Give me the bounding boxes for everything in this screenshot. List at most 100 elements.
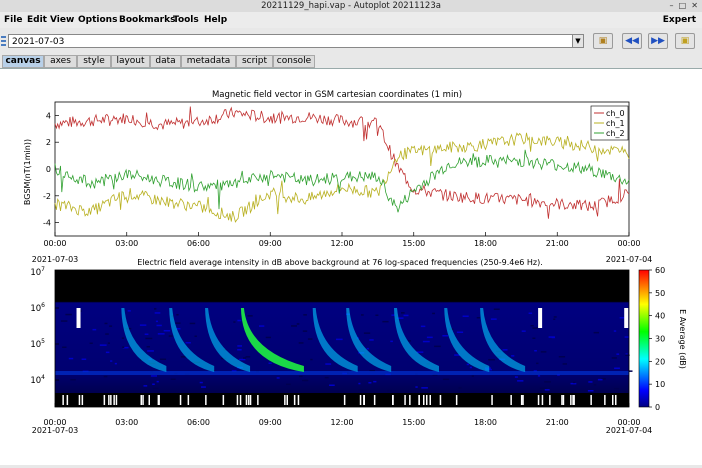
forward-button[interactable]: ▶▶ — [648, 33, 668, 49]
menu-view[interactable]: View — [50, 14, 74, 26]
window-controls[interactable]: – □ ✕ — [670, 1, 698, 11]
bookmark-icon: ▣ — [598, 36, 608, 46]
spectrogram-gap — [491, 395, 493, 405]
spectrogram-pixel — [530, 325, 534, 327]
minimize-icon[interactable]: – — [670, 1, 674, 10]
plot-canvas[interactable]: Magnetic field vector in GSM cartesian c… — [0, 68, 702, 465]
spectrogram-pixel — [154, 308, 157, 310]
spectrogram-pixel — [363, 332, 371, 334]
line-ytick-label: -2 — [43, 192, 51, 201]
spectrogram-pixel — [490, 318, 497, 320]
spectrogram-pixel — [156, 324, 162, 327]
spectrogram-pixel — [156, 380, 159, 383]
spectrogram-pixel — [361, 314, 364, 316]
spectrogram-gap — [510, 395, 512, 405]
spectrogram-pixel — [458, 387, 462, 389]
spectrogram-pixel — [139, 324, 147, 326]
spectrogram-band — [55, 371, 629, 375]
spectrogram-gap — [520, 395, 523, 405]
spectrogram-gap — [257, 395, 259, 405]
colorbar-tick-label: 10 — [655, 380, 665, 389]
spec-xtick-label: 03:00 — [115, 418, 138, 427]
tab-metadata[interactable]: metadata — [181, 55, 236, 68]
spectrogram-pixel — [157, 333, 165, 335]
url-input[interactable]: 2021-07-03 — [8, 34, 582, 48]
spec-ytick-label: 107 — [30, 266, 45, 278]
spectrogram-pixel — [245, 356, 251, 358]
spectrogram-pixel — [89, 342, 93, 344]
spectrogram-gap — [142, 395, 144, 405]
spectrogram-pixel — [373, 380, 377, 383]
line-chart-title: Magnetic field vector in GSM cartesian c… — [212, 90, 462, 100]
spectrogram-pixel — [375, 314, 379, 316]
tab-axes[interactable]: axes — [44, 55, 77, 68]
spectrogram-pixel — [434, 345, 441, 348]
spectrogram-gap — [604, 395, 606, 405]
tab-script[interactable]: script — [236, 55, 273, 68]
spec-date-end: 2021-07-04 — [606, 426, 653, 435]
spectrogram-gap — [113, 395, 115, 405]
spectrogram-pixel — [432, 312, 435, 315]
line-ytick-label: 2 — [46, 138, 51, 147]
menu-options[interactable]: Options — [78, 14, 117, 26]
colorbar-tick-label: 30 — [655, 335, 665, 344]
spectrogram-gap — [148, 395, 150, 405]
colorbar-tick-label: 0 — [655, 403, 660, 412]
menu-edit[interactable]: Edit — [27, 14, 47, 26]
spectrogram-pixel — [154, 312, 161, 314]
maximize-icon[interactable]: □ — [679, 1, 687, 10]
spectrogram-pixel — [558, 356, 566, 358]
line-xtick-label: 06:00 — [187, 239, 210, 248]
spectrogram-pixel — [366, 347, 369, 350]
legend-ch0: ch_0 — [606, 109, 625, 118]
dropdown-arrow-icon[interactable]: ▼ — [572, 34, 584, 48]
spectrogram-gap — [359, 395, 362, 405]
spectrogram-pixel — [159, 358, 167, 360]
tab-console[interactable]: console — [273, 55, 315, 68]
spectrogram-pixel — [562, 363, 567, 365]
back-button[interactable]: ◀◀ — [622, 33, 642, 49]
spec-date-start: 2021-07-03 — [32, 426, 79, 435]
menu-file[interactable]: File — [4, 14, 22, 26]
spectrogram-pixel — [368, 382, 372, 384]
spectrogram-pixel — [588, 381, 593, 383]
spectrogram-pixel — [60, 320, 68, 322]
menu-bookmarks[interactable]: Bookmarks — [119, 14, 175, 26]
tab-data[interactable]: data — [150, 55, 181, 68]
spectrogram-gap — [249, 395, 252, 405]
line-xtick-label: 09:00 — [259, 239, 282, 248]
spectrogram-pixel — [514, 376, 518, 378]
menu-tools[interactable]: Tools — [173, 14, 199, 26]
line-xtick-label: 03:00 — [115, 239, 138, 248]
spec-ytick-label: 104 — [30, 374, 45, 386]
spectrogram-gap — [423, 395, 425, 405]
spectrogram-pixel — [296, 323, 300, 325]
close-icon[interactable]: ✕ — [691, 1, 698, 10]
spectrogram-pixel — [613, 330, 617, 332]
spectrogram-pixel — [544, 381, 551, 383]
spectrogram-pixel — [109, 325, 113, 327]
tab-layout[interactable]: layout — [111, 55, 150, 68]
spectrogram-pixel — [176, 314, 179, 316]
spectrogram-pixel — [304, 379, 309, 382]
spectrogram-gap — [343, 395, 346, 405]
url-list-icon[interactable] — [1, 35, 7, 49]
spectrogram-pixel — [616, 353, 620, 355]
spectrogram-pixel — [573, 381, 576, 384]
spectrogram-pixel — [336, 338, 343, 341]
menu-help[interactable]: Help — [204, 14, 227, 26]
folder-button[interactable]: ▣ — [675, 33, 695, 49]
spectrogram-pixel — [237, 345, 242, 347]
colorbar-tick-label: 40 — [655, 312, 665, 321]
spectrogram-pixel — [107, 342, 110, 344]
spectrogram-gap — [110, 395, 112, 405]
spectrogram-pixel — [532, 327, 539, 329]
spectrogram-gap — [284, 395, 286, 405]
spectrogram-pixel — [62, 346, 67, 348]
spectrogram-gap — [66, 395, 69, 405]
tab-style[interactable]: style — [77, 55, 111, 68]
menu-expert[interactable]: Expert — [663, 14, 696, 26]
bookmark-button[interactable]: ▣ — [593, 33, 613, 49]
tab-canvas[interactable]: canvas — [2, 55, 44, 68]
spectrogram-pixel — [70, 379, 76, 381]
